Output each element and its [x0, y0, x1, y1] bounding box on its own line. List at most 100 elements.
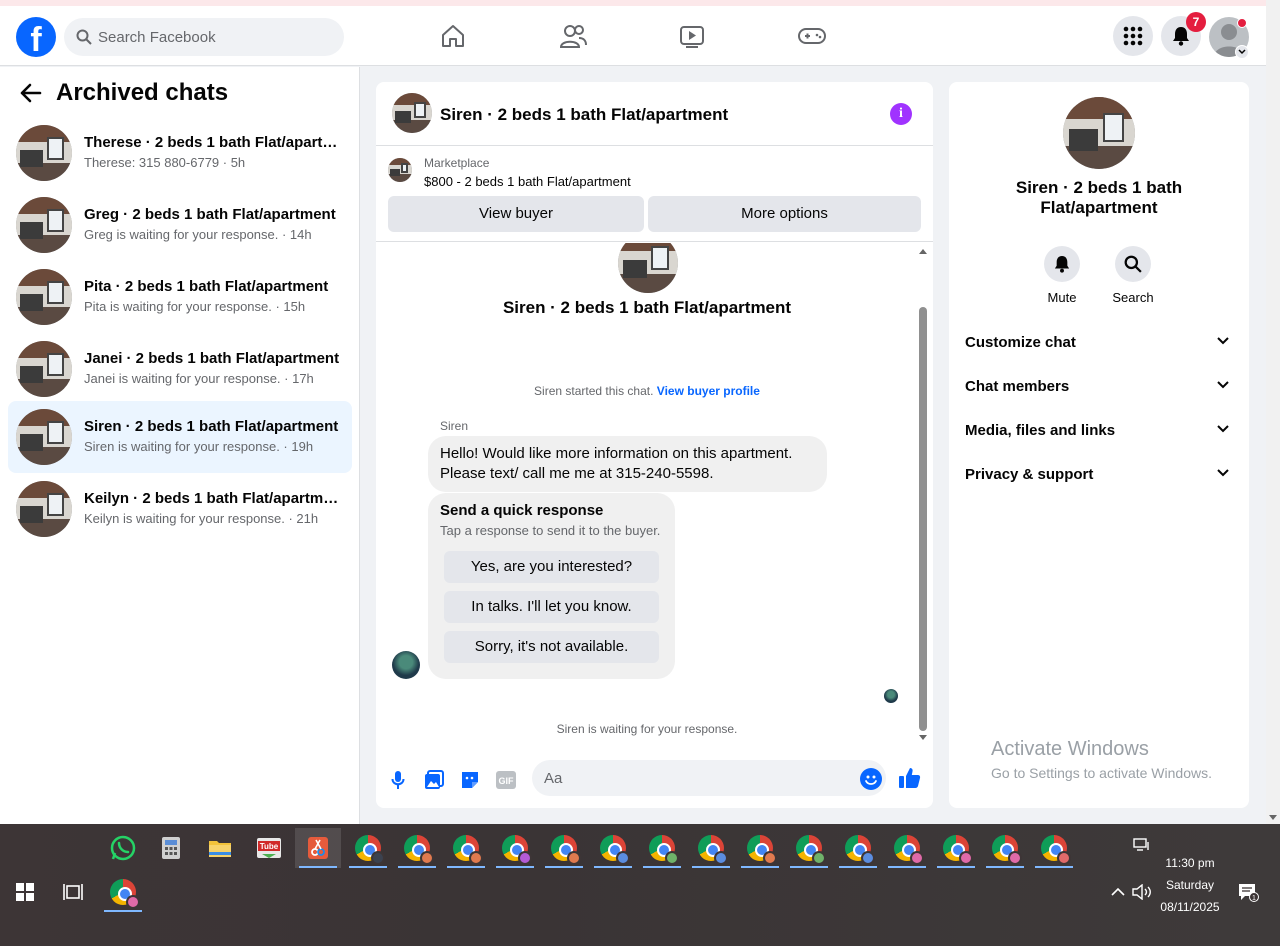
gif-icon[interactable]: GIF	[494, 768, 518, 792]
quick-response-subtitle: Tap a response to send it to the buyer.	[440, 523, 661, 538]
media-files-links-section[interactable]: Media, files and links	[949, 409, 1249, 453]
show-hidden-icons-chevron-up-icon[interactable]	[1106, 872, 1130, 912]
chat-preview: Siren is waiting for your response. · 19…	[84, 439, 314, 454]
incoming-message-bubble[interactable]: Hello! Would like more information on th…	[428, 436, 827, 492]
chevron-down-icon	[1217, 469, 1229, 477]
chrome-profile-icon[interactable]	[884, 828, 930, 868]
chrome-profile-icon[interactable]	[982, 828, 1028, 868]
message-thread[interactable]: Siren · 2 beds 1 bath Flat/apartment Sir…	[376, 243, 933, 743]
info-icon[interactable]: i	[890, 103, 912, 125]
message-input[interactable]	[532, 760, 886, 796]
quick-response-button[interactable]: In talks. I'll let you know.	[444, 591, 659, 623]
chrome-profile-icon[interactable]	[786, 828, 832, 868]
bell-icon	[1044, 246, 1080, 282]
chat-preview: Pita is waiting for your response. · 15h	[84, 299, 306, 314]
task-view-icon[interactable]	[58, 872, 88, 912]
profile-alert-dot	[1237, 18, 1247, 28]
archived-chats-panel: Archived chats Therese · 2 beds 1 bath F…	[0, 67, 360, 824]
facebook-logo-icon[interactable]: f	[16, 17, 56, 57]
chat-list-item-selected[interactable]: Siren · 2 beds 1 bath Flat/apartment Sir…	[8, 401, 352, 473]
listing-avatar[interactable]	[392, 93, 432, 133]
search-icon	[76, 29, 92, 45]
microphone-icon[interactable]	[386, 768, 410, 792]
snipping-tool-icon[interactable]	[295, 828, 341, 868]
system-clock[interactable]: 11:30 pm Saturday 08/11/2025	[1150, 852, 1230, 918]
emoji-icon[interactable]	[860, 768, 882, 790]
chrome-profile-icon[interactable]	[835, 828, 881, 868]
watch-video-icon[interactable]	[672, 20, 712, 52]
search-in-chat-button[interactable]: Search	[1097, 246, 1169, 305]
chrome-profile-icon[interactable]	[737, 828, 783, 868]
account-chevron-down-icon[interactable]	[1235, 45, 1249, 59]
quick-response-button[interactable]: Yes, are you interested?	[444, 551, 659, 583]
chrome-profile-icon[interactable]	[443, 828, 489, 868]
clock-day: Saturday	[1165, 878, 1215, 892]
started-text: Siren started this chat.	[534, 384, 657, 398]
chat-list-item[interactable]: Pita · 2 beds 1 bath Flat/apartment Pita…	[8, 261, 352, 333]
youtube-downloader-icon[interactable]: Tube	[246, 828, 292, 868]
chevron-down-icon	[1217, 381, 1229, 389]
sender-avatar[interactable]	[392, 651, 420, 679]
sticker-icon[interactable]	[458, 768, 482, 792]
chrome-profile-icon[interactable]	[541, 828, 587, 868]
chat-list-item[interactable]: Greg · 2 beds 1 bath Flat/apartment Greg…	[8, 189, 352, 261]
message-composer: GIF	[376, 758, 933, 802]
thread-scrollbar[interactable]	[918, 243, 928, 743]
back-arrow-icon[interactable]	[20, 83, 42, 108]
listing-title[interactable]: $800 - 2 beds 1 bath Flat/apartment	[424, 174, 631, 189]
view-buyer-button[interactable]: View buyer	[388, 196, 644, 232]
file-explorer-icon[interactable]	[197, 828, 243, 868]
search-box[interactable]	[64, 18, 344, 56]
conversation-title[interactable]: Siren · 2 beds 1 bath Flat/apartment	[440, 105, 728, 125]
quick-response-button[interactable]: Sorry, it's not available.	[444, 631, 659, 663]
chrome-profile-icon[interactable]	[345, 828, 391, 868]
chat-preview: Janei is waiting for your response. · 17…	[84, 371, 314, 386]
mute-label: Mute	[1047, 290, 1077, 305]
chrome-profile-icon[interactable]	[639, 828, 685, 868]
chrome-profile-icon[interactable]	[933, 828, 979, 868]
action-center-icon[interactable]: 1	[1236, 872, 1260, 912]
chat-list-item[interactable]: Janei · 2 beds 1 bath Flat/apartment Jan…	[8, 333, 352, 405]
chrome-profile-icon[interactable]	[1031, 828, 1077, 868]
marketplace-listing-bar: Marketplace $800 - 2 beds 1 bath Flat/ap…	[376, 146, 933, 242]
page-scrollbar[interactable]	[1266, 0, 1280, 824]
youtube-app-label: Tube	[260, 842, 279, 851]
chrome-profile-icon[interactable]	[394, 828, 440, 868]
chrome-profile-icon[interactable]	[492, 828, 538, 868]
gif-icon-label: GIF	[499, 776, 515, 786]
customize-chat-section[interactable]: Customize chat	[949, 321, 1249, 365]
windows-taskbar: Tube 11:30 pm Saturday 08/11/2025 1	[0, 824, 1280, 946]
view-buyer-profile-link[interactable]: View buyer profile	[657, 384, 760, 398]
listing-avatar[interactable]	[1063, 97, 1135, 169]
privacy-support-section[interactable]: Privacy & support	[949, 453, 1249, 497]
quick-response-card: Send a quick response Tap a response to …	[428, 493, 675, 679]
more-options-button[interactable]: More options	[648, 196, 921, 232]
conversation-header: Siren · 2 beds 1 bath Flat/apartment i	[376, 82, 933, 146]
mute-button[interactable]: Mute	[1026, 246, 1098, 305]
chat-members-section[interactable]: Chat members	[949, 365, 1249, 409]
search-icon	[1115, 246, 1151, 282]
chrome-profile-pinned-icon[interactable]	[102, 872, 144, 912]
whatsapp-icon[interactable]	[100, 828, 146, 868]
chat-name: Janei · 2 beds 1 bath Flat/apartment	[84, 350, 340, 367]
clock-date: 08/11/2025	[1160, 900, 1220, 914]
calculator-icon[interactable]	[148, 828, 194, 868]
chat-name: Siren · 2 beds 1 bath Flat/apartment	[84, 418, 339, 435]
chat-list-item[interactable]: Keilyn · 2 beds 1 bath Flat/apartment Ke…	[8, 473, 352, 545]
chrome-profile-icon[interactable]	[590, 828, 636, 868]
thumbs-up-icon[interactable]	[898, 766, 922, 795]
search-label: Search	[1112, 290, 1154, 305]
chat-list-item[interactable]: Therese · 2 beds 1 bath Flat/apartment T…	[8, 117, 352, 189]
gaming-icon[interactable]	[792, 20, 832, 52]
menu-grid-icon[interactable]	[1113, 16, 1153, 56]
section-label: Customize chat	[965, 334, 1076, 351]
listing-thumbnail	[16, 125, 72, 181]
seen-indicator-avatar	[884, 689, 898, 703]
windows-start-icon[interactable]	[10, 872, 40, 912]
chrome-profile-icon[interactable]	[688, 828, 734, 868]
photo-attach-icon[interactable]	[422, 768, 446, 792]
friends-icon[interactable]	[553, 20, 593, 52]
search-input[interactable]	[98, 18, 334, 56]
section-label: Chat members	[965, 378, 1070, 395]
home-icon[interactable]	[433, 20, 473, 52]
